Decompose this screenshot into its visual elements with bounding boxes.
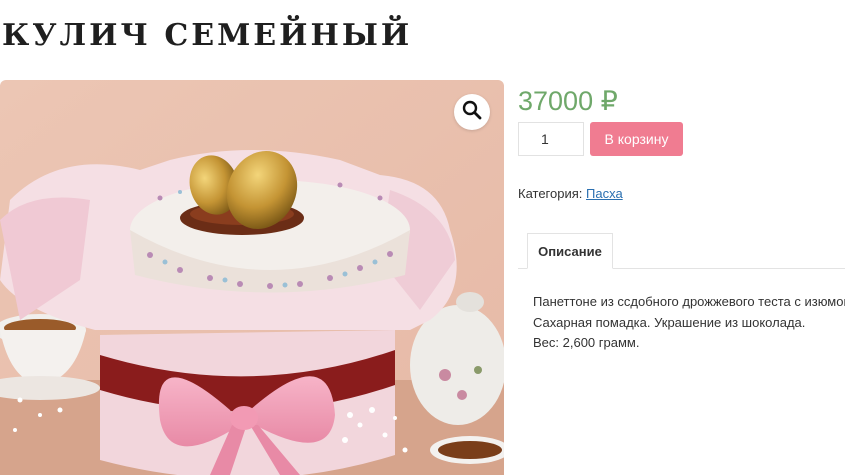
description-line: Вес: 2,600 грамм. (533, 335, 640, 350)
tab-description[interactable]: Описание (527, 233, 613, 269)
product-image[interactable] (0, 80, 504, 475)
product-category: Категория: Пасха (518, 186, 623, 201)
description-line: Панеттоне из ссдобного дрожжевого теста … (533, 294, 845, 309)
zoom-button[interactable] (454, 94, 490, 130)
product-description: Панеттоне из ссдобного дрожжевого теста … (533, 292, 845, 354)
category-link[interactable]: Пасха (586, 186, 623, 201)
description-line: Сахарная помадка. Украшение из шоколада. (533, 314, 806, 330)
category-label: Категория: (518, 186, 583, 201)
product-price: 37000 ₽ (518, 86, 618, 116)
magnifier-icon (462, 100, 482, 125)
add-to-cart-button[interactable]: В корзину (590, 122, 683, 156)
product-title: КУЛИЧ СЕМЕЙНЫЙ (2, 18, 413, 53)
quantity-input[interactable] (518, 122, 584, 156)
